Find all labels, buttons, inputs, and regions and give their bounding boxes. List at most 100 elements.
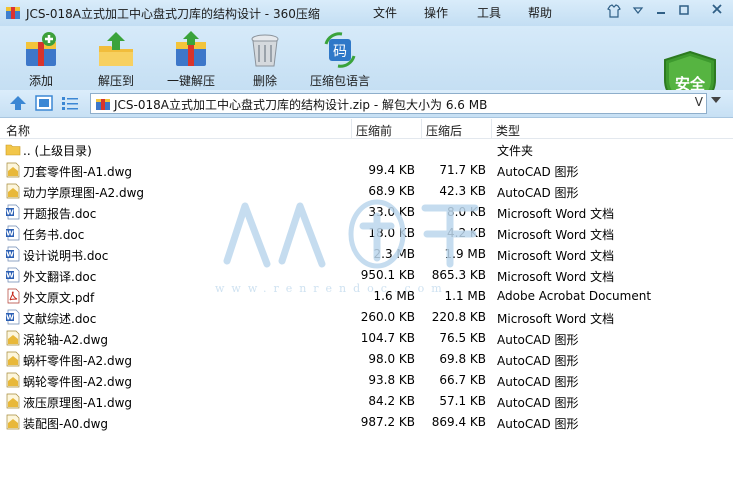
- file-name: 文献综述.doc: [23, 312, 97, 326]
- column-header-name[interactable]: 名称: [6, 122, 30, 139]
- file-row[interactable]: W 设计说明书.doc 2.3 MB 1.9 MB Microsoft Word 文档: [0, 244, 733, 265]
- file-packed-size: 865.3 KB: [431, 268, 486, 282]
- address-dropdown-icon[interactable]: V: [695, 95, 703, 109]
- file-type: Microsoft Word 文档: [497, 207, 615, 221]
- file-type: AutoCAD 图形: [497, 333, 579, 347]
- archive-language-button[interactable]: 码 压缩包语言: [304, 28, 376, 88]
- maximize-icon[interactable]: [675, 4, 693, 20]
- toolbar: 添加 解压到 一键解压 删除 码 压缩包语言 安全: [0, 26, 733, 110]
- file-row[interactable]: 动力学原理图-A2.dwg 68.9 KB 42.3 KB AutoCAD 图形: [0, 181, 733, 202]
- file-packed-size: 1.1 MB: [444, 289, 486, 303]
- file-row[interactable]: W 开题报告.doc 33.0 KB 8.0 KB Microsoft Word 文档: [0, 202, 733, 223]
- pdf-file-icon: [7, 288, 20, 304]
- extract-to-label: 解压到: [97, 74, 134, 88]
- delete-label: 删除: [252, 74, 277, 88]
- add-button[interactable]: 添加: [5, 28, 77, 88]
- file-type: AutoCAD 图形: [497, 396, 579, 410]
- column-header-size[interactable]: 压缩前: [356, 122, 392, 139]
- file-type: AutoCAD 图形: [497, 186, 579, 200]
- file-type: Microsoft Word 文档: [497, 312, 615, 326]
- svg-text:W: W: [6, 230, 14, 238]
- file-list-header: 名称 压缩前 压缩后 类型: [0, 119, 733, 139]
- dwg-file-icon: [6, 414, 20, 430]
- up-arrow-icon[interactable]: [9, 95, 27, 111]
- file-size: 33.0 KB: [368, 205, 415, 219]
- menu-file[interactable]: 文件: [373, 4, 397, 21]
- file-packed-size: 66.7 KB: [439, 373, 486, 387]
- file-packed-size: 869.4 KB: [431, 415, 486, 429]
- word-file-icon: W: [6, 309, 20, 325]
- archive-icon: [96, 99, 110, 110]
- file-row[interactable]: 装配图-A0.dwg 987.2 KB 869.4 KB AutoCAD 图形: [0, 412, 733, 433]
- file-name: 任务书.doc: [23, 228, 85, 242]
- file-size: 18.0 KB: [368, 226, 415, 240]
- file-size: 2.3 MB: [373, 247, 415, 261]
- file-type: Microsoft Word 文档: [497, 228, 615, 242]
- file-row[interactable]: 蜗杆零件图-A2.dwg 98.0 KB 69.8 KB AutoCAD 图形: [0, 349, 733, 370]
- file-row[interactable]: 刀套零件图-A1.dwg 99.4 KB 71.7 KB AutoCAD 图形: [0, 160, 733, 181]
- dwg-file-icon: [6, 372, 20, 388]
- file-row[interactable]: 液压原理图-A1.dwg 84.2 KB 57.1 KB AutoCAD 图形: [0, 391, 733, 412]
- close-icon[interactable]: [704, 1, 730, 21]
- archive-language-icon: 码: [324, 32, 356, 68]
- app-icon: [6, 7, 20, 19]
- folder-icon: [5, 144, 21, 156]
- add-archive-icon: [26, 32, 56, 66]
- minimize-icon[interactable]: [652, 4, 670, 20]
- file-packed-size: 57.1 KB: [439, 394, 486, 408]
- column-divider[interactable]: [491, 119, 492, 139]
- svg-text:W: W: [6, 272, 14, 280]
- extract-to-button[interactable]: 解压到: [80, 28, 152, 88]
- file-name: 设计说明书.doc: [23, 249, 109, 263]
- file-name: 外文原文.pdf: [23, 291, 95, 305]
- window-title: JCS-018A立式加工中心盘式刀库的结构设计 - 360压缩: [26, 7, 320, 21]
- file-packed-size: 4.2 KB: [447, 226, 486, 240]
- list-view-icon[interactable]: [61, 95, 79, 111]
- file-row[interactable]: .. (上级目录) 文件夹: [0, 139, 733, 160]
- lang-icon-glyph: 码: [333, 44, 347, 60]
- column-divider[interactable]: [351, 119, 352, 139]
- column-divider[interactable]: [421, 119, 422, 139]
- file-size: 98.0 KB: [368, 352, 415, 366]
- delete-icon: [251, 34, 279, 67]
- address-field[interactable]: JCS-018A立式加工中心盘式刀库的结构设计.zip - 解包大小为 6.6 …: [90, 93, 707, 114]
- dwg-file-icon: [6, 330, 20, 346]
- file-size: 987.2 KB: [360, 415, 415, 429]
- file-size: 68.9 KB: [368, 184, 415, 198]
- menu-help[interactable]: 帮助: [528, 4, 552, 21]
- file-type: AutoCAD 图形: [497, 354, 579, 368]
- file-row[interactable]: W 文献综述.doc 260.0 KB 220.8 KB Microsoft Word …: [0, 307, 733, 328]
- file-name: 液压原理图-A1.dwg: [23, 396, 133, 410]
- one-click-extract-button[interactable]: 一键解压: [155, 28, 227, 88]
- menu-tools[interactable]: 工具: [477, 4, 501, 21]
- file-packed-size: 1.9 MB: [444, 247, 486, 261]
- file-row[interactable]: W 任务书.doc 18.0 KB 4.2 KB Microsoft Word 文档: [0, 223, 733, 244]
- file-size: 93.8 KB: [368, 373, 415, 387]
- file-size: 104.7 KB: [360, 331, 415, 345]
- file-size: 950.1 KB: [360, 268, 415, 282]
- word-file-icon: W: [6, 225, 20, 241]
- one-click-extract-icon: [176, 31, 206, 66]
- column-header-packed[interactable]: 压缩后: [426, 122, 462, 139]
- file-name: 外文翻译.doc: [23, 270, 97, 284]
- dwg-file-icon: [6, 183, 20, 199]
- file-packed-size: 69.8 KB: [439, 352, 486, 366]
- dwg-file-icon: [6, 351, 20, 367]
- file-name: 涡轮轴-A2.dwg: [23, 333, 109, 347]
- file-type: Microsoft Word 文档: [497, 249, 615, 263]
- address-path: JCS-018A立式加工中心盘式刀库的结构设计.zip - 解包大小为 6.6 …: [114, 98, 488, 112]
- file-name: 刀套零件图-A1.dwg: [23, 165, 133, 179]
- file-row[interactable]: 涡轮轴-A2.dwg 104.7 KB 76.5 KB AutoCAD 图形: [0, 328, 733, 349]
- shirt-icon[interactable]: [605, 4, 623, 20]
- delete-button[interactable]: 删除: [229, 28, 301, 88]
- file-name: 蜗杆零件图-A2.dwg: [23, 354, 133, 368]
- menu-operation[interactable]: 操作: [424, 4, 448, 21]
- address-menu-arrow-icon[interactable]: [711, 97, 721, 103]
- file-size: 84.2 KB: [368, 394, 415, 408]
- address-bar: JCS-018A立式加工中心盘式刀库的结构设计.zip - 解包大小为 6.6 …: [0, 90, 733, 118]
- column-header-type[interactable]: 类型: [496, 122, 520, 139]
- file-packed-size: 76.5 KB: [439, 331, 486, 345]
- file-row[interactable]: 蜗轮零件图-A2.dwg 93.8 KB 66.7 KB AutoCAD 图形: [0, 370, 733, 391]
- dropdown-icon[interactable]: [629, 4, 647, 20]
- thumbnail-view-icon[interactable]: [35, 95, 53, 111]
